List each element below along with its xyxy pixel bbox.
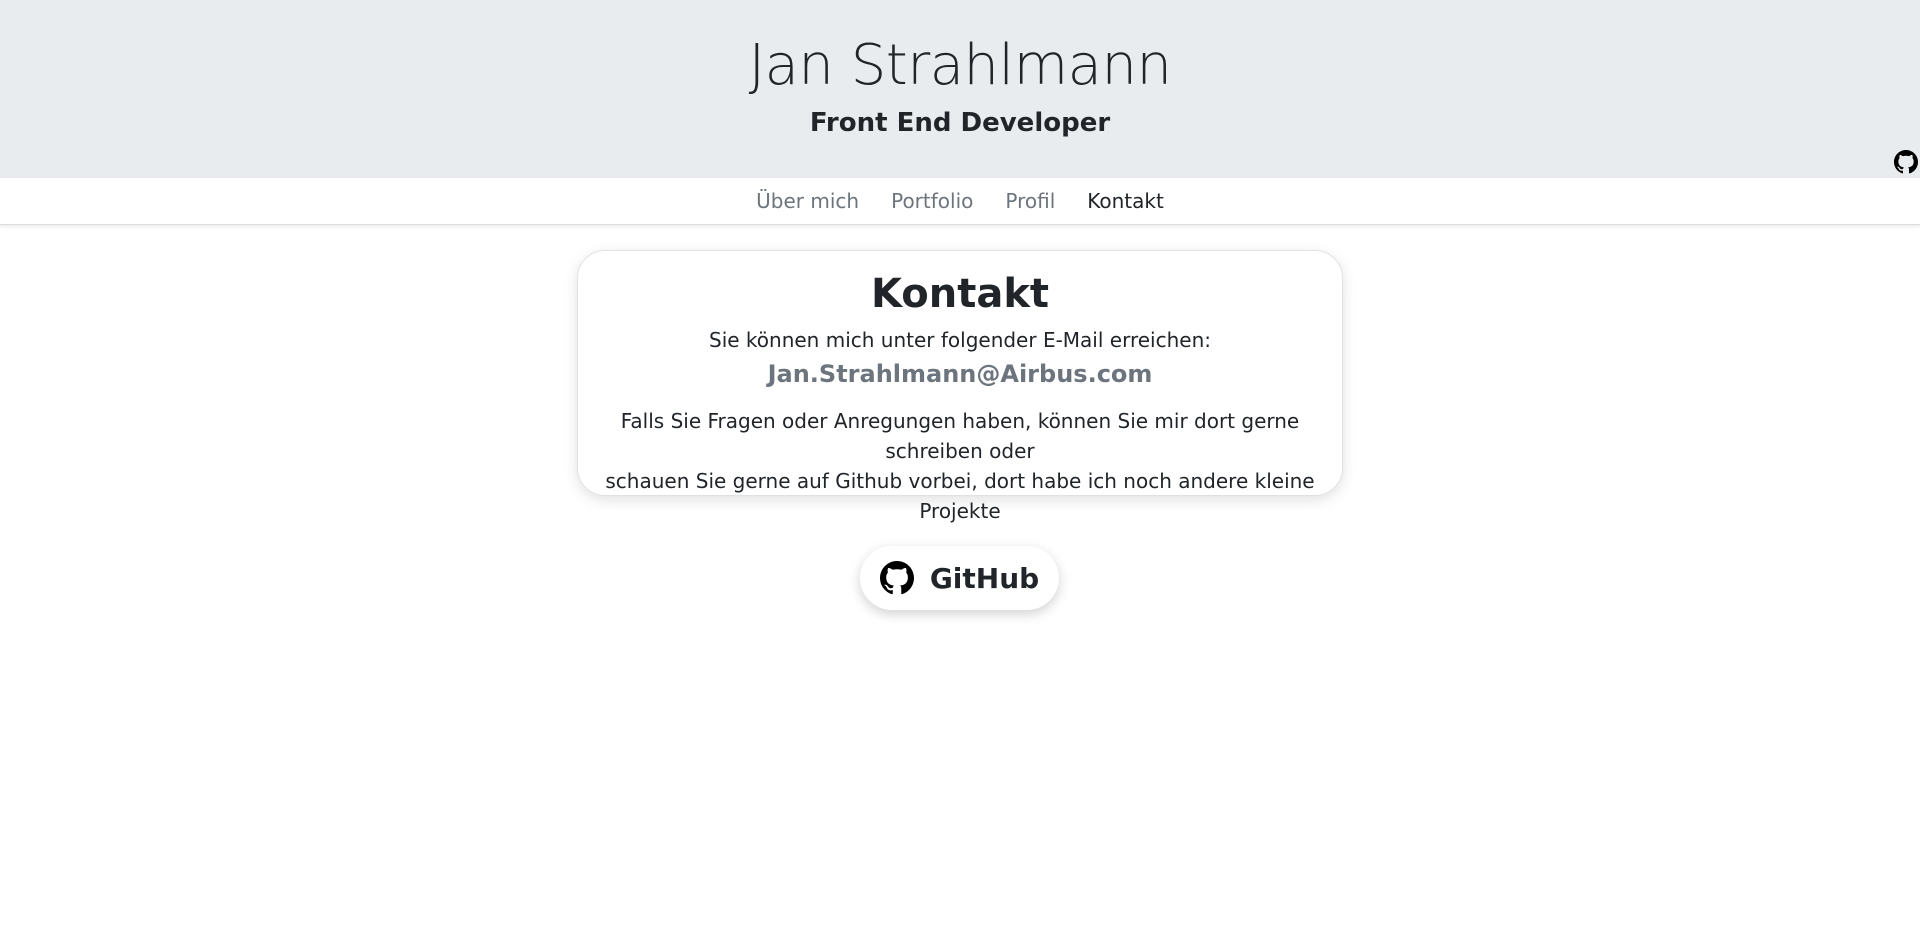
github-button-label: GitHub xyxy=(929,561,1040,595)
contact-intro: Sie können mich unter folgender E-Mail e… xyxy=(709,328,1211,352)
nav-link-kontakt[interactable]: Kontakt xyxy=(1071,178,1180,224)
site-title: Jan Strahlmann xyxy=(748,33,1172,98)
contact-email-link[interactable]: Jan.Strahlmann@Airbus.com xyxy=(578,357,1342,391)
contact-body-line-1: Falls Sie Fragen oder Anregungen haben, … xyxy=(620,409,1300,463)
nav-link-profil[interactable]: Profil xyxy=(989,178,1071,224)
contact-title: Kontakt xyxy=(870,271,1050,317)
contact-card: Kontakt Sie können mich unter folgender … xyxy=(577,250,1343,523)
github-corner-icon[interactable] xyxy=(1894,150,1918,174)
contact-body: Falls Sie Fragen oder Anregungen haben, … xyxy=(592,406,1328,526)
main-navbar: Über mich Portfolio Profil Kontakt xyxy=(0,178,1920,225)
nav-link-ueber-mich[interactable]: Über mich xyxy=(740,178,875,224)
contact-body-line-2: schauen Sie gerne auf Github vorbei, dor… xyxy=(605,469,1315,523)
github-button[interactable]: GitHub xyxy=(860,546,1059,610)
nav-link-portfolio[interactable]: Portfolio xyxy=(875,178,989,224)
site-subtitle: Front End Developer xyxy=(809,108,1111,138)
page-header: Jan Strahlmann Front End Developer xyxy=(0,0,1920,178)
github-icon xyxy=(879,561,914,595)
